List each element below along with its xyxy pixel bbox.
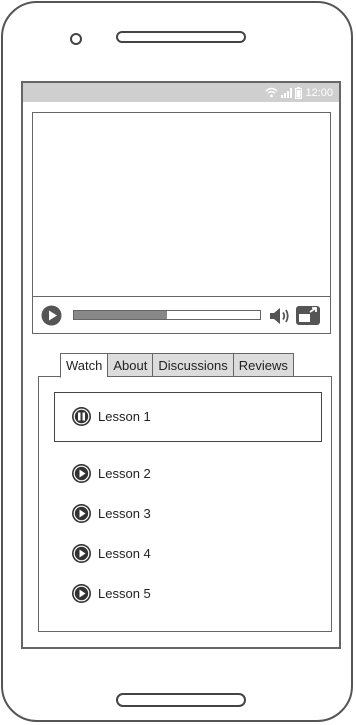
video-progress-bar[interactable] (73, 310, 261, 320)
play-icon[interactable] (71, 503, 92, 524)
volume-icon[interactable] (269, 306, 291, 326)
home-button[interactable] (116, 693, 246, 707)
play-icon[interactable] (71, 463, 92, 484)
signal-icon (281, 87, 293, 98)
lesson-label: Lesson 1 (98, 409, 151, 424)
wifi-icon (265, 87, 278, 98)
lesson-panel: Lesson 1 Lesson 2 Lesson 3 Lesson 4 Less… (38, 376, 332, 632)
lesson-label: Lesson 3 (98, 506, 151, 521)
video-viewport[interactable] (33, 113, 330, 297)
video-player[interactable] (32, 112, 331, 334)
status-bar: 12:00 (23, 83, 339, 102)
tab-bar: Watch About Discussions Reviews (60, 353, 294, 378)
play-icon[interactable] (71, 583, 92, 604)
tab-reviews[interactable]: Reviews (232, 353, 294, 377)
play-icon[interactable] (41, 305, 62, 326)
lesson-label: Lesson 4 (98, 546, 151, 561)
tab-discussions[interactable]: Discussions (152, 353, 233, 377)
lesson-item[interactable]: Lesson 5 (71, 583, 151, 604)
phone-frame: 12:00 Watch About Discussions Reviews Le… (1, 1, 353, 722)
earpiece-speaker (116, 31, 246, 43)
play-icon[interactable] (71, 543, 92, 564)
screen: 12:00 Watch About Discussions Reviews Le… (21, 81, 341, 649)
video-controls (33, 297, 330, 333)
lesson-item[interactable]: Lesson 4 (71, 543, 151, 564)
battery-icon (295, 86, 303, 99)
lesson-label: Lesson 2 (98, 466, 151, 481)
pause-icon[interactable] (71, 406, 92, 427)
fullscreen-icon[interactable] (295, 305, 321, 326)
front-camera (70, 33, 82, 45)
video-progress-fill (74, 311, 167, 319)
lesson-item[interactable]: Lesson 1 (71, 406, 151, 427)
tab-watch[interactable]: Watch (60, 353, 108, 378)
lesson-label: Lesson 5 (98, 586, 151, 601)
status-time: 12:00 (305, 86, 333, 99)
lesson-item[interactable]: Lesson 2 (71, 463, 151, 484)
lesson-item[interactable]: Lesson 3 (71, 503, 151, 524)
tab-about[interactable]: About (107, 353, 153, 377)
